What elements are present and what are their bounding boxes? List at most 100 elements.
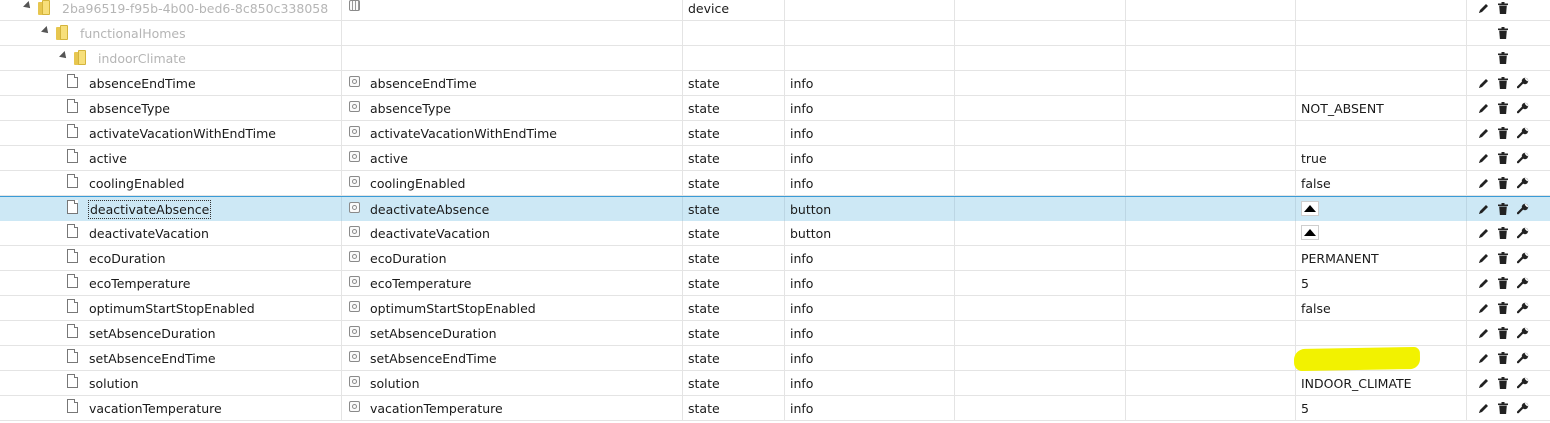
- delete-button[interactable]: [1494, 324, 1512, 342]
- tree-row[interactable]: absenceType absenceType state info NOT_ABSEN…: [0, 96, 1550, 121]
- tree-item-name[interactable]: ecoDuration: [89, 246, 166, 270]
- tree-row[interactable]: solution solution state info INDOOR_CLIMATE: [0, 371, 1550, 396]
- edit-button[interactable]: [1474, 249, 1492, 267]
- tree-item-name[interactable]: absenceType: [89, 96, 170, 120]
- expand-arrow-icon[interactable]: [41, 26, 51, 36]
- settings-button[interactable]: [1514, 324, 1532, 342]
- settings-button[interactable]: [1514, 174, 1532, 192]
- column-divider: [682, 321, 683, 345]
- settings-button[interactable]: [1514, 299, 1532, 317]
- expand-arrow-icon[interactable]: [23, 1, 33, 11]
- tree-item-name[interactable]: indoorClimate: [98, 46, 186, 70]
- edit-button[interactable]: [1474, 349, 1492, 367]
- tree-row[interactable]: active active state info true: [0, 146, 1550, 171]
- settings-button[interactable]: [1514, 99, 1532, 117]
- edit-button[interactable]: [1474, 299, 1492, 317]
- settings-button[interactable]: [1514, 149, 1532, 167]
- delete-button[interactable]: [1494, 0, 1512, 17]
- tree-row[interactable]: optimumStartStopEnabled optimumStartStopE…: [0, 296, 1550, 321]
- tree-row[interactable]: 2ba96519-f95b-4b00-bed6-8c850c338058 devi…: [0, 0, 1550, 21]
- column-divider: [784, 396, 785, 420]
- settings-button[interactable]: [1514, 200, 1532, 218]
- edit-button[interactable]: [1474, 0, 1492, 17]
- delete-button[interactable]: [1494, 349, 1512, 367]
- delete-button[interactable]: [1494, 124, 1512, 142]
- delete-button[interactable]: [1494, 399, 1512, 417]
- tree-item-name[interactable]: coolingEnabled: [89, 171, 184, 195]
- edit-button[interactable]: [1474, 399, 1492, 417]
- tree-row[interactable]: ecoTemperature ecoTemperature state info 5: [0, 271, 1550, 296]
- tree-item-name[interactable]: deactivateAbsence: [87, 197, 212, 221]
- settings-button[interactable]: [1514, 349, 1532, 367]
- wrench-icon: [1517, 302, 1529, 314]
- edit-button[interactable]: [1474, 174, 1492, 192]
- settings-button[interactable]: [1514, 374, 1532, 392]
- settings-button[interactable]: [1514, 274, 1532, 292]
- delete-button[interactable]: [1494, 224, 1512, 242]
- tree-item-name[interactable]: vacationTemperature: [89, 396, 222, 420]
- settings-button[interactable]: [1514, 224, 1532, 242]
- edit-button[interactable]: [1474, 224, 1492, 242]
- tree-row[interactable]: functionalHomes: [0, 21, 1550, 46]
- trash-icon: [1498, 77, 1508, 89]
- edit-button[interactable]: [1474, 374, 1492, 392]
- trigger-button[interactable]: [1301, 225, 1319, 240]
- tree-item-label: ecoTemperature: [89, 275, 191, 291]
- delete-button[interactable]: [1494, 274, 1512, 292]
- settings-button[interactable]: [1514, 74, 1532, 92]
- tree-row[interactable]: indoorClimate: [0, 46, 1550, 71]
- edit-button[interactable]: [1474, 149, 1492, 167]
- edit-button[interactable]: [1474, 74, 1492, 92]
- expand-arrow-icon[interactable]: [59, 51, 69, 61]
- tree-row[interactable]: deactivateAbsence deactivateAbsence state b…: [0, 196, 1550, 222]
- settings-button[interactable]: [1514, 124, 1532, 142]
- tree-item-name[interactable]: optimumStartStopEnabled: [89, 296, 255, 320]
- edit-button[interactable]: [1474, 124, 1492, 142]
- delete-button[interactable]: [1494, 99, 1512, 117]
- delete-button[interactable]: [1494, 24, 1512, 42]
- delete-button[interactable]: [1494, 49, 1512, 67]
- tree-item-name[interactable]: absenceEndTime: [89, 71, 196, 95]
- object-role-cell: info: [790, 350, 814, 366]
- trash-icon: [1498, 252, 1508, 264]
- delete-button[interactable]: [1494, 374, 1512, 392]
- tree-row[interactable]: absenceEndTime absenceEndTime state info: [0, 71, 1550, 96]
- tree-row[interactable]: ecoDuration ecoDuration state info PERMANENT: [0, 246, 1550, 271]
- delete-button[interactable]: [1494, 249, 1512, 267]
- trigger-button[interactable]: [1301, 201, 1319, 216]
- state-icon: [349, 251, 360, 262]
- tree-row[interactable]: setAbsenceEndTime setAbsenceEndTime state i…: [0, 346, 1550, 372]
- trash-icon: [1498, 402, 1508, 414]
- tree-row[interactable]: coolingEnabled coolingEnabled state info fal…: [0, 171, 1550, 196]
- settings-button[interactable]: [1514, 399, 1532, 417]
- edit-button[interactable]: [1474, 274, 1492, 292]
- tree-item-name[interactable]: solution: [89, 371, 139, 395]
- edit-button[interactable]: [1474, 200, 1492, 218]
- tree-item-name[interactable]: functionalHomes: [80, 21, 186, 45]
- edit-button[interactable]: [1474, 324, 1492, 342]
- delete-button[interactable]: [1494, 200, 1512, 218]
- tree-item-name[interactable]: active: [89, 146, 127, 170]
- column-divider: [1466, 271, 1467, 295]
- tree-item-name[interactable]: ecoTemperature: [89, 271, 190, 295]
- tree-item-name[interactable]: 2ba96519-f95b-4b00-bed6-8c850c338058: [62, 0, 328, 20]
- tree-item-name[interactable]: setAbsenceEndTime: [89, 346, 216, 370]
- object-name-cell: absenceType: [370, 100, 451, 116]
- tree-item-name[interactable]: activateVacationWithEndTime: [89, 121, 276, 145]
- delete-button[interactable]: [1494, 299, 1512, 317]
- trash-icon: [1498, 377, 1508, 389]
- settings-button[interactable]: [1514, 249, 1532, 267]
- object-value-cell: PERMANENT: [1301, 250, 1379, 266]
- tree-item-name[interactable]: deactivateVacation: [89, 221, 209, 245]
- delete-button[interactable]: [1494, 74, 1512, 92]
- tree-row[interactable]: setAbsenceDuration setAbsenceDuration stat…: [0, 321, 1550, 346]
- column-divider: [682, 71, 683, 95]
- delete-button[interactable]: [1494, 149, 1512, 167]
- edit-button[interactable]: [1474, 99, 1492, 117]
- delete-button[interactable]: [1494, 174, 1512, 192]
- tree-item-name[interactable]: setAbsenceDuration: [89, 321, 216, 345]
- state-icon: [349, 202, 360, 213]
- tree-row[interactable]: activateVacationWithEndTime activateVacat…: [0, 121, 1550, 146]
- tree-row[interactable]: deactivateVacation deactivateVacation stat…: [0, 221, 1550, 246]
- tree-row[interactable]: vacationTemperature vacationTemperature st…: [0, 396, 1550, 421]
